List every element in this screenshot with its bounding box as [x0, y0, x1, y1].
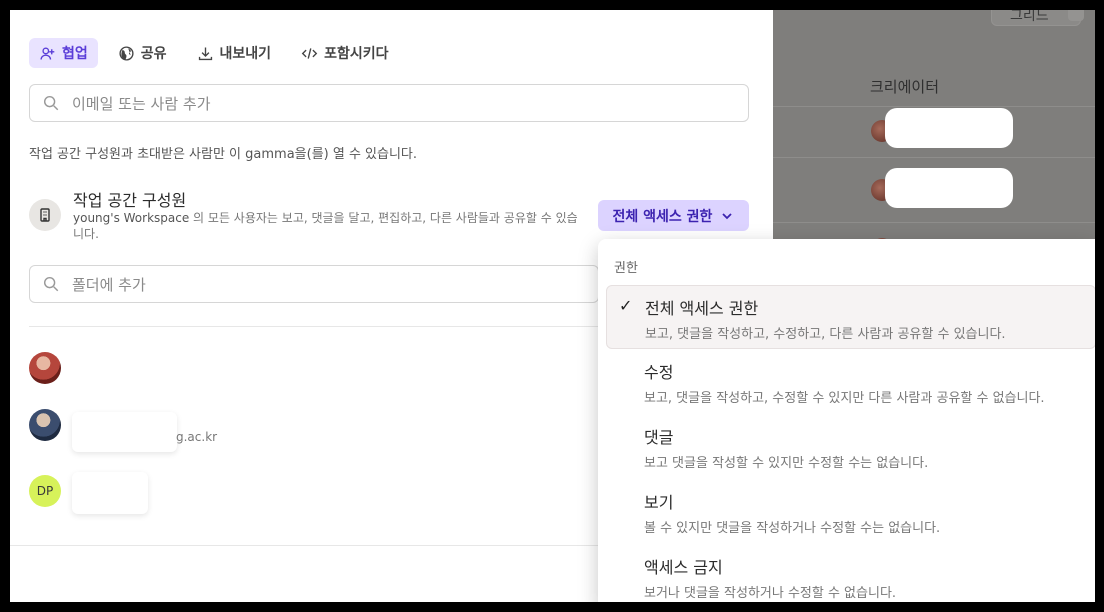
redacted-name: [885, 168, 1013, 208]
invite-search-input[interactable]: 이메일 또는 사람 추가: [29, 84, 749, 122]
tab-export[interactable]: 내보내기: [187, 38, 282, 68]
building-icon: [29, 199, 61, 231]
redacted-member-name: [72, 472, 148, 514]
code-icon: [301, 47, 318, 59]
permission-option-desc: 보거나 댓글을 작성하거나 수정할 수 없습니다.: [644, 586, 897, 601]
access-level-dropdown[interactable]: 전체 액세스 권한: [598, 200, 749, 231]
permission-option-desc: 보고, 댓글을 작성하고, 수정할 수 있지만 다른 사람과 공유할 수 없습니…: [644, 391, 1045, 406]
tab-embed-label: 포함시키다: [324, 46, 389, 62]
permission-option-title: 댓글: [644, 428, 674, 447]
permission-option-desc: 볼 수 있지만 댓글을 작성하거나 수정할 수는 없습니다.: [644, 521, 941, 536]
invite-search-placeholder: 이메일 또는 사람 추가: [72, 94, 211, 113]
table-divider: [773, 157, 1095, 158]
chevron-down-icon: [722, 212, 733, 219]
tab-export-label: 내보내기: [219, 46, 272, 62]
globe-icon: [119, 45, 134, 61]
folder-search-placeholder: 폴더에 추가: [72, 275, 146, 294]
search-icon: [43, 95, 59, 111]
member-avatar: [29, 352, 61, 384]
folder-search-input[interactable]: 폴더에 추가: [29, 265, 599, 303]
permission-option-desc: 보고, 댓글을 작성하고, 수정하고, 다른 사람과 공유할 수 있습니다.: [645, 327, 1006, 342]
member-email: g.ac.kr: [176, 430, 218, 444]
workspace-members-description: young's Workspace 의 모든 사용자는 보고, 댓글을 달고, …: [73, 210, 588, 242]
table-divider: [773, 222, 1095, 223]
view-toggle-icon: [1068, 10, 1084, 21]
workspace-name: young's Workspace: [73, 211, 190, 225]
tab-collaborate[interactable]: 협업: [29, 38, 98, 68]
permission-option-view[interactable]: 보기 볼 수 있지만 댓글을 작성하거나 수정할 수는 없습니다.: [606, 480, 1095, 544]
access-level-label: 전체 액세스 권한: [612, 208, 713, 225]
permission-option-title: 액세스 금지: [644, 558, 723, 577]
grid-view-label: 그리드: [1010, 10, 1049, 24]
tab-share[interactable]: 공유: [108, 38, 177, 68]
tab-embed[interactable]: 포함시키다: [291, 38, 398, 68]
search-icon: [43, 276, 59, 292]
app-frame: 그리드 크리에이터 협업 공유 내보내기 포함시키다 이메일 또는 사람 추가 …: [10, 10, 1095, 602]
workspace-members-title: 작업 공간 구성원: [73, 191, 187, 210]
permission-option-title: 보기: [644, 493, 674, 512]
table-divider: [773, 106, 1095, 107]
tab-collaborate-label: 협업: [62, 46, 88, 62]
permission-option-title: 수정: [644, 363, 674, 382]
permission-option-edit[interactable]: 수정 보고, 댓글을 작성하고, 수정할 수 있지만 다른 사람과 공유할 수 …: [606, 350, 1095, 414]
tab-share-label: 공유: [140, 46, 167, 62]
member-avatar-initials: DP: [29, 475, 61, 507]
share-tabs: 협업 공유 내보내기 포함시키다: [29, 38, 398, 68]
permission-option-no-access[interactable]: 액세스 금지 보거나 댓글을 작성하거나 수정할 수 없습니다.: [606, 545, 1095, 602]
permission-option-comment[interactable]: 댓글 보고 댓글을 작성할 수 있지만 수정할 수는 없습니다.: [606, 415, 1095, 479]
add-user-icon: [40, 47, 55, 60]
permission-option-title: 전체 액세스 권한: [645, 299, 759, 318]
check-icon: ✓: [619, 296, 633, 315]
member-avatar: [29, 409, 61, 441]
permissions-menu-header: 권한: [614, 261, 638, 276]
permission-option-full-access[interactable]: ✓ 전체 액세스 권한 보고, 댓글을 작성하고, 수정하고, 다른 사람과 공…: [606, 285, 1095, 349]
access-info-text: 작업 공간 구성원과 초대받은 사람만 이 gamma을(를) 열 수 있습니다…: [29, 147, 418, 162]
redacted-member-name: [72, 412, 177, 452]
permissions-menu: 권한 ✓ 전체 액세스 권한 보고, 댓글을 작성하고, 수정하고, 다른 사람…: [598, 239, 1095, 602]
creator-column-header: 크리에이터: [870, 78, 940, 96]
grid-view-button[interactable]: 그리드: [991, 10, 1084, 26]
permission-option-desc: 보고 댓글을 작성할 수 있지만 수정할 수는 없습니다.: [644, 456, 929, 471]
redacted-name: [885, 108, 1013, 148]
download-icon: [198, 47, 212, 60]
